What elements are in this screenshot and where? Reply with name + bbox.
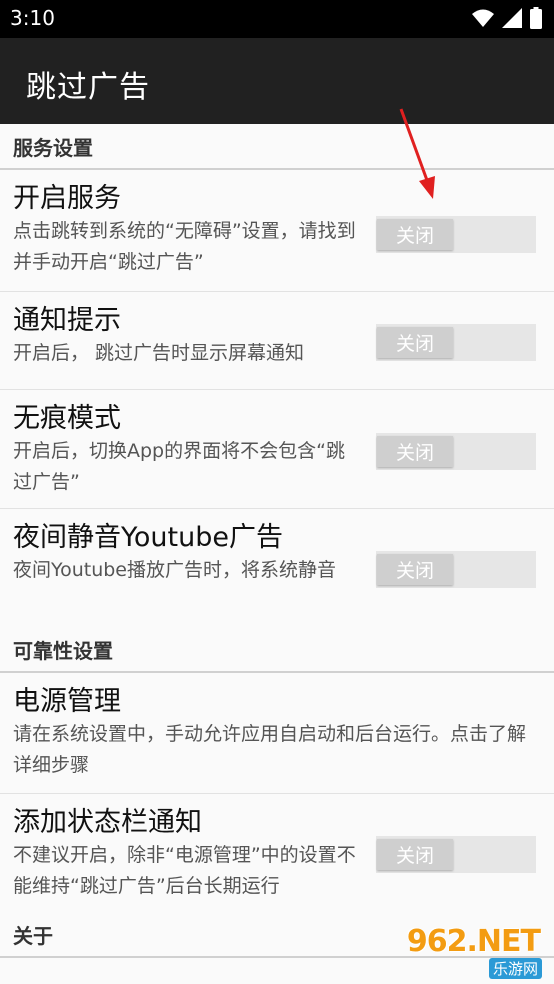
switch-label: 关闭 (377, 327, 453, 358)
pref-title: 夜间静音Youtube广告 (13, 522, 283, 553)
switch-label: 关闭 (377, 839, 453, 870)
pref-incognito[interactable]: 无痕模式 开启后，切换App的界面将不会包含“跳过广告” 关闭 (0, 390, 554, 509)
section-header-reliability: 可靠性设置 (0, 627, 554, 673)
pref-start-service[interactable]: 开启服务 点击跳转到系统的“无障碍”设置，请找到并手动开启“跳过广告” 关闭 (0, 170, 554, 292)
status-time: 3:10 (10, 6, 55, 30)
pref-title: 无痕模式 (13, 403, 121, 434)
start-service-switch[interactable]: 关闭 (376, 216, 536, 253)
switch-label: 关闭 (377, 219, 453, 250)
app-bar: 跳过广告 (0, 38, 554, 124)
status-icons (472, 7, 542, 29)
pref-title: 电源管理 (13, 686, 121, 717)
section-header-service: 服务设置 (0, 124, 554, 170)
pref-summary: 点击跳转到系统的“无障碍”设置，请找到并手动开启“跳过广告” (13, 220, 356, 273)
battery-icon (530, 7, 542, 29)
pref-summary: 开启后，切换App的界面将不会包含“跳过广告” (13, 440, 345, 493)
pref-status-bar-notification[interactable]: 添加状态栏通知 不建议开启，除非“电源管理”中的设置不能维持“跳过广告”后台长期… (0, 794, 554, 912)
watermark-brand: 962.NET (406, 924, 541, 959)
pref-night-mute[interactable]: 夜间静音Youtube广告 夜间Youtube播放广告时，将系统静音 关闭 (0, 509, 554, 627)
app-title: 跳过广告 (26, 70, 150, 105)
pref-summary: 夜间Youtube播放广告时，将系统静音 (13, 559, 336, 581)
pref-summary: 不建议开启，除非“电源管理”中的设置不能维持“跳过广告”后台长期运行 (13, 844, 356, 897)
status-bar: 3:10 (0, 0, 554, 38)
pref-title: 添加状态栏通知 (13, 807, 202, 838)
watermark-sub: 乐游网 (488, 958, 542, 979)
switch-label: 关闭 (377, 436, 453, 467)
pref-title: 开启服务 (13, 183, 121, 214)
wifi-icon (472, 9, 494, 27)
pref-summary: 请在系统设置中，手动允许应用自启动和后台运行。点击了解详细步骤 (13, 723, 527, 776)
pref-power-management[interactable]: 电源管理 请在系统设置中，手动允许应用自启动和后台运行。点击了解详细步骤 (0, 673, 554, 794)
signal-icon (502, 8, 522, 28)
pref-notification-hint[interactable]: 通知提示 开启后， 跳过广告时显示屏幕通知 关闭 (0, 292, 554, 390)
incognito-switch[interactable]: 关闭 (376, 433, 536, 470)
watermark-logo: 962.NET 乐游网 (406, 922, 548, 980)
status-bar-notification-switch[interactable]: 关闭 (376, 836, 536, 873)
night-mute-switch[interactable]: 关闭 (376, 551, 536, 588)
pref-summary: 开启后， 跳过广告时显示屏幕通知 (13, 342, 305, 364)
notification-hint-switch[interactable]: 关闭 (376, 324, 536, 361)
switch-label: 关闭 (377, 554, 453, 585)
settings-list[interactable]: 服务设置 开启服务 点击跳转到系统的“无障碍”设置，请找到并手动开启“跳过广告”… (0, 124, 554, 958)
